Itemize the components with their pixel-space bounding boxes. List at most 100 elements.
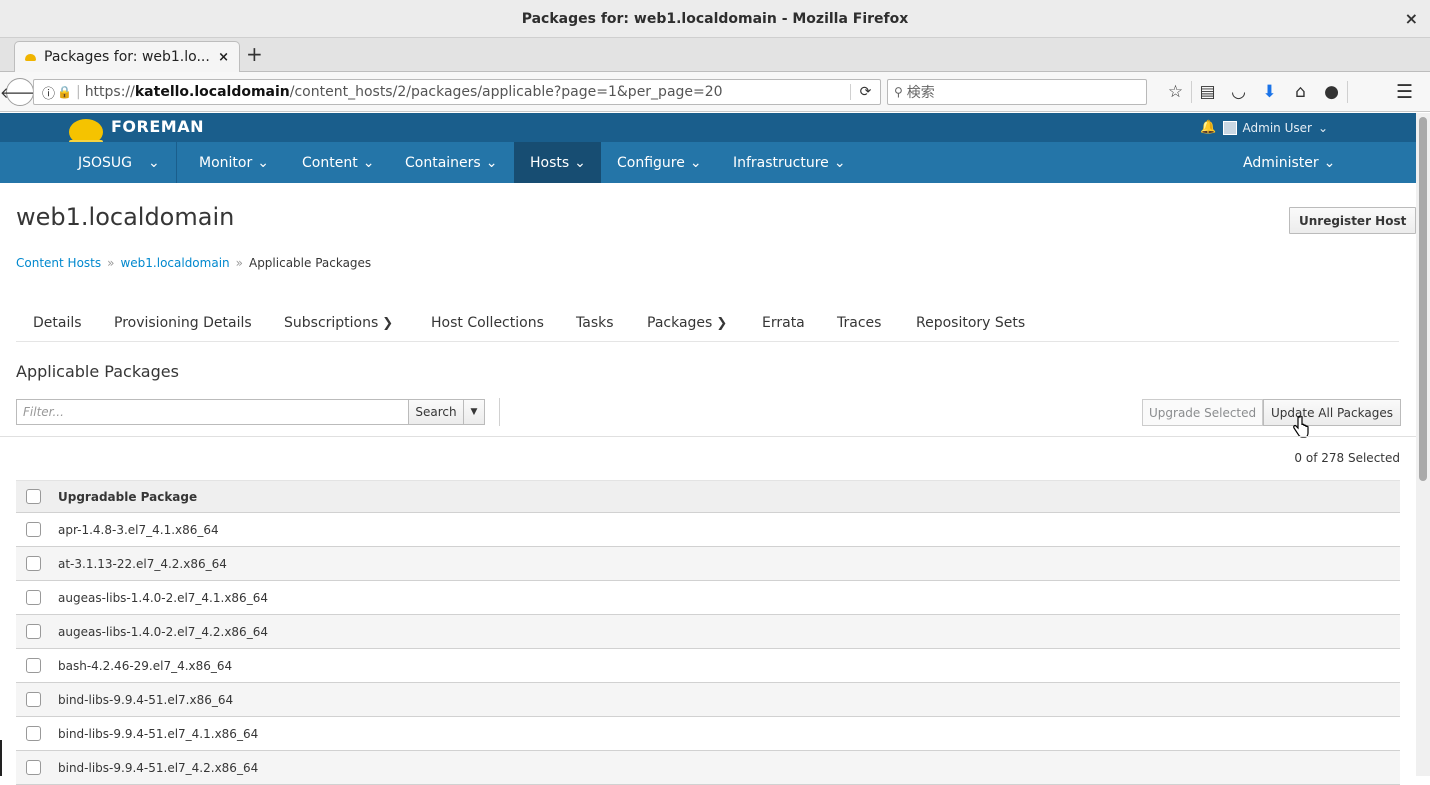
- nav-configure[interactable]: Configure ⌄: [601, 142, 718, 183]
- package-name: augeas-libs-1.4.0-2.el7_4.2.x86_64: [58, 624, 268, 639]
- home-icon[interactable]: ⌂: [1285, 82, 1316, 102]
- nav-containers[interactable]: Containers ⌄: [389, 142, 513, 183]
- tab-packages[interactable]: Packages ❯: [647, 315, 727, 331]
- breadcrumb-host[interactable]: web1.localdomain: [120, 256, 229, 270]
- table-row: bind-libs-9.9.4-51.el7_4.2.x86_64: [16, 751, 1400, 785]
- row-checkbox[interactable]: [26, 624, 41, 639]
- url-bar[interactable]: ⓘ 🔒 | https://katello.localdomain/conten…: [33, 79, 881, 105]
- tab-errata[interactable]: Errata: [762, 315, 805, 331]
- update-all-packages-button[interactable]: Update All Packages: [1263, 399, 1401, 426]
- hamburger-menu-icon[interactable]: ☰: [1396, 81, 1413, 103]
- chevron-down-icon: ❯: [382, 316, 394, 331]
- row-checkbox[interactable]: [26, 522, 41, 537]
- nav-org-selector[interactable]: JSOSUG ⌄: [62, 142, 177, 183]
- tab-host-collections[interactable]: Host Collections: [431, 315, 544, 331]
- section-divider: [0, 436, 1416, 437]
- breadcrumb-content-hosts[interactable]: Content Hosts: [16, 256, 101, 270]
- chevron-down-icon: ⌄: [1317, 120, 1328, 135]
- window-titlebar: Packages for: web1.localdomain - Mozilla…: [0, 0, 1430, 38]
- unregister-host-button[interactable]: Unregister Host: [1289, 207, 1417, 234]
- tab-repository-sets[interactable]: Repository Sets: [916, 315, 1025, 331]
- chevron-down-icon: ⌄: [833, 154, 846, 171]
- browser-search-placeholder: 検索: [906, 85, 935, 101]
- foreman-brand[interactable]: FOREMAN: [111, 117, 204, 136]
- search-dropdown-button[interactable]: ▼: [463, 399, 485, 425]
- row-checkbox[interactable]: [26, 692, 41, 707]
- nav-administer[interactable]: Administer ⌄: [1227, 142, 1351, 183]
- row-checkbox[interactable]: [26, 590, 41, 605]
- host-tabs: Details Provisioning Details Subscriptio…: [16, 309, 1399, 342]
- chevron-down-icon: ⌄: [689, 154, 702, 171]
- tab-tasks[interactable]: Tasks: [576, 315, 614, 331]
- user-menu[interactable]: 🔔 Admin User ⌄: [1200, 120, 1328, 135]
- url-host: katello.localdomain: [134, 84, 290, 100]
- favicon-icon: [25, 53, 36, 61]
- select-all-checkbox[interactable]: [26, 489, 41, 504]
- browser-tab[interactable]: Packages for: web1.lo... ×: [14, 41, 240, 72]
- row-checkbox[interactable]: [26, 556, 41, 571]
- chevron-down-icon: ⌄: [485, 154, 498, 171]
- url-text[interactable]: https://katello.localdomain/content_host…: [85, 84, 850, 100]
- tab-details[interactable]: Details: [33, 315, 82, 331]
- breadcrumb: Content Hosts » web1.localdomain » Applicabl…: [16, 256, 371, 270]
- tab-provisioning-details[interactable]: Provisioning Details: [114, 315, 252, 331]
- upgrade-selected-button[interactable]: Upgrade Selected: [1142, 399, 1264, 426]
- avatar: [1222, 120, 1237, 135]
- window-edge: [0, 740, 2, 776]
- tab-close-icon[interactable]: ×: [218, 50, 229, 65]
- browser-tabstrip: Packages for: web1.lo... ×: [0, 38, 1430, 72]
- insecure-lock-icon[interactable]: 🔒: [57, 85, 72, 99]
- breadcrumb-separator: »: [235, 256, 243, 270]
- page-scrollbar[interactable]: [1416, 113, 1430, 776]
- window-title: Packages for: web1.localdomain - Mozilla…: [521, 10, 909, 27]
- table-row: augeas-libs-1.4.0-2.el7_4.1.x86_64: [16, 581, 1400, 615]
- table-row: at-3.1.13-22.el7_4.2.x86_64: [16, 547, 1400, 581]
- package-name: bind-libs-9.9.4-51.el7_4.2.x86_64: [58, 760, 259, 775]
- nav-infrastructure[interactable]: Infrastructure ⌄: [717, 142, 862, 183]
- chevron-down-icon: ⌄: [362, 154, 375, 171]
- tab-subscriptions[interactable]: Subscriptions ❯: [284, 315, 393, 331]
- downloads-icon[interactable]: ⬇: [1254, 82, 1285, 102]
- url-scheme: https://: [84, 84, 135, 100]
- nav-hosts[interactable]: Hosts ⌄: [514, 142, 601, 183]
- table-row: augeas-libs-1.4.0-2.el7_4.2.x86_64: [16, 615, 1400, 649]
- tab-traces[interactable]: Traces: [837, 315, 881, 331]
- scrollbar-thumb[interactable]: [1419, 117, 1427, 481]
- new-tab-button[interactable]: +: [246, 42, 263, 66]
- row-checkbox[interactable]: [26, 658, 41, 673]
- bookmark-star-icon[interactable]: ☆: [1160, 82, 1191, 102]
- nav-label: Configure: [617, 154, 685, 171]
- chevron-down-icon: ⌄: [574, 154, 586, 171]
- chevron-down-icon: ⌄: [1323, 154, 1336, 171]
- window-close-icon[interactable]: ×: [1405, 9, 1418, 28]
- search-button[interactable]: Search: [408, 399, 464, 425]
- back-button[interactable]: 🡐: [0, 78, 40, 106]
- browser-search-box[interactable]: ⚲ 検索: [887, 79, 1147, 105]
- table-row: apr-1.4.8-3.el7_4.1.x86_64: [16, 513, 1400, 547]
- reading-list-icon[interactable]: ▤: [1192, 82, 1223, 102]
- hand-cursor-icon: [1293, 416, 1309, 438]
- nav-label: Hosts: [530, 154, 570, 171]
- breadcrumb-current: Applicable Packages: [248, 256, 372, 270]
- filter-input[interactable]: Filter...: [16, 399, 409, 425]
- section-title: Applicable Packages: [16, 362, 179, 381]
- selected-count: 0 of 278 Selected: [1294, 451, 1400, 465]
- filter-placeholder: Filter...: [23, 405, 64, 419]
- info-icon[interactable]: ⓘ: [42, 83, 55, 102]
- row-checkbox[interactable]: [26, 760, 41, 775]
- nav-content[interactable]: Content ⌄: [286, 142, 390, 183]
- pocket-icon[interactable]: ◡: [1223, 82, 1254, 102]
- table-row: bind-libs-9.9.4-51.el7_4.1.x86_64: [16, 717, 1400, 751]
- page-title: web1.localdomain: [16, 203, 235, 231]
- nav-monitor[interactable]: Monitor ⌄: [183, 142, 285, 183]
- notification-bell-icon[interactable]: 🔔: [1200, 120, 1216, 135]
- package-name: bind-libs-9.9.4-51.el7.x86_64: [58, 692, 234, 707]
- chevron-down-icon: ⌄: [257, 154, 269, 171]
- extension-icon[interactable]: ●: [1316, 82, 1347, 102]
- chevron-down-icon: ❯: [716, 316, 728, 331]
- reload-icon[interactable]: ⟳: [850, 84, 880, 100]
- chevron-down-icon: ⌄: [148, 154, 160, 171]
- package-name: bind-libs-9.9.4-51.el7_4.1.x86_64: [58, 726, 259, 741]
- url-separator: |: [75, 84, 81, 100]
- row-checkbox[interactable]: [26, 726, 41, 741]
